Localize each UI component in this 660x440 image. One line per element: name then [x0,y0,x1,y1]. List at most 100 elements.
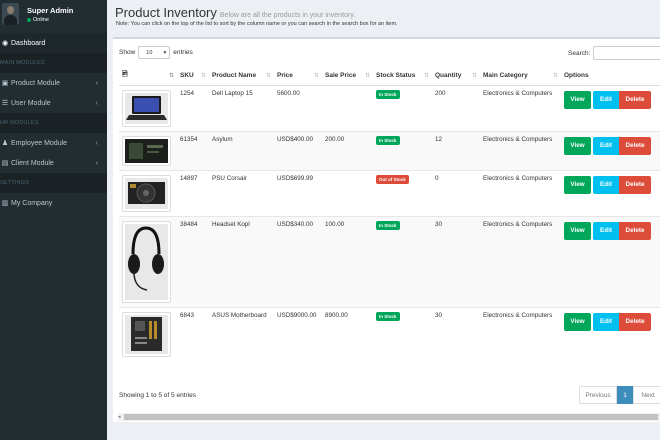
user-name: Super Admin [27,6,74,15]
edit-button[interactable]: Edit [593,175,619,194]
quantity-cell: 0 [432,169,480,216]
page-title-text: Product Inventory [115,5,217,20]
price-cell: USD$9000.00 [274,306,322,361]
show-entries: Show 10 ▾ entries [119,46,193,59]
product-name-cell: Dell Laptop 15 [209,84,274,131]
edit-button[interactable]: Edit [593,136,619,155]
sidebar-item-label: My Company [11,199,53,207]
view-button[interactable]: View [564,221,591,240]
search-input[interactable] [593,46,660,60]
price-cell: USD$340.00 [274,215,322,307]
edit-button[interactable]: Edit [593,221,619,240]
sidebar-item-product-module[interactable]: ▣ Product Module ‹ [0,73,107,93]
sort-icon: ⇅ [168,73,174,79]
table-row: 14897 PSU Corsair USD$699.99 Out of Stock 0 E… [119,169,660,216]
previous-page-button[interactable]: Previous [579,386,617,404]
delete-button[interactable]: Delete [619,175,651,194]
column-header-main-category[interactable]: Main Category ⇅ [480,67,561,86]
column-header-sku[interactable]: SKU ⇅ [177,67,209,86]
table-row: 38484 Headset Kopl USD$340.00 100.00 In Stoc… [119,215,660,307]
sidebar-item-label: Product Module [11,79,61,87]
search-label: Search: [568,49,591,57]
delete-button[interactable]: Delete [619,90,651,109]
sale-price-cell [322,169,373,216]
page-subtitle: Below are all the products in your inven… [219,12,356,19]
page-title: Product Inventory Below are all the produ… [115,5,355,20]
stock-status-badge: Out of Stock [376,174,409,184]
sidebar-item-label: Dashboard [11,39,46,47]
sidebar-menu: ◉ Dashboard MAIN MODULES ▣ Product Module ‹ ☰ U… [0,33,107,213]
column-header-label: Price [277,72,293,80]
product-image-cell [119,130,177,170]
column-header-quantity[interactable]: Quantity ⇅ [432,67,480,86]
column-header-sale-price[interactable]: Sale Price ⇅ [322,67,373,86]
price-cell: USD$699.99 [274,169,322,216]
current-page-button[interactable]: 1 [617,386,633,404]
product-image-motherboard [125,314,168,354]
users-icon: ♟ [1,140,9,147]
column-header-stock-status[interactable]: Stock Status ⇅ [373,67,432,86]
quantity-cell: 12 [432,130,480,170]
table-row: 61354 Asylum USD$400.00 200.00 In Stock 12 Ele… [119,130,660,170]
delete-button[interactable]: Delete [619,136,651,155]
product-name-cell: Headset Kopl [209,215,274,307]
sidebar-item-label: Employee Module [11,139,68,147]
chevron-left-icon: ‹ [95,79,98,87]
entries-select[interactable]: 10 ▾ [138,46,171,59]
view-button[interactable]: View [564,136,591,155]
caret-down-icon: ▾ [163,49,167,56]
delete-button[interactable]: Delete [619,221,651,240]
sale-price-cell: 200.00 [322,130,373,170]
product-image-cell [119,84,177,131]
column-header-product-name[interactable]: Product Name ⇅ [209,67,274,86]
sidebar-item-my-company[interactable]: ▥ My Company [0,193,107,213]
column-header-label: SKU [180,72,194,80]
options-cell: View Edit Delete [561,130,660,170]
chevron-left-icon: ‹ [95,159,98,167]
delete-button[interactable]: Delete [619,312,651,331]
edit-button[interactable]: Edit [593,90,619,109]
column-header-image[interactable]: 🖻 ⇅ [119,67,177,86]
quantity-cell: 200 [432,84,480,131]
sort-icon: ⇅ [423,73,429,79]
product-thumbnail[interactable] [122,89,171,127]
sale-price-cell [322,84,373,131]
sidebar-item-employee-module[interactable]: ♟ Employee Module ‹ [0,133,107,153]
options-cell: View Edit Delete [561,306,660,361]
category-cell: Electronics & Computers [480,215,561,307]
scrollbar-thumb[interactable] [124,414,658,420]
sku-cell: 1254 [177,84,209,131]
product-image-cell [119,215,177,307]
column-header-label: Product Name [212,72,257,80]
category-cell: Electronics & Computers [480,84,561,131]
horizontal-scrollbar[interactable]: ◂ [118,413,660,421]
product-thumbnail[interactable] [122,135,171,166]
view-button[interactable]: View [564,90,591,109]
view-button[interactable]: View [564,312,591,331]
show-label: Show [119,49,136,56]
view-button[interactable]: View [564,175,591,194]
column-header-options[interactable]: Options⇅ [561,67,660,86]
briefcase-icon: ▤ [1,160,9,167]
sku-cell: 6843 [177,306,209,361]
product-thumbnail[interactable] [122,220,171,303]
sidebar-item-label: Client Module [11,159,54,167]
product-name-cell: PSU Corsair [209,169,274,216]
sidebar-item-client-module[interactable]: ▤ Client Module ‹ [0,153,107,173]
stock-status-cell: Out of Stock [373,169,432,216]
sidebar-item-dashboard[interactable]: ◉ Dashboard [0,33,107,53]
chevron-left-icon: ‹ [95,139,98,147]
stock-status-badge: In Stock [376,311,400,321]
column-header-price[interactable]: Price ⇅ [274,67,322,86]
product-image-headset [125,223,168,300]
table-header-row: 🖻 ⇅ SKU ⇅ Product Name ⇅ Price ⇅ Sale Price ⇅ Stoc… [119,67,660,86]
sidebar-item-user-module[interactable]: ☰ User Module ‹ [0,93,107,113]
edit-button[interactable]: Edit [593,312,619,331]
product-thumbnail[interactable] [122,311,171,357]
category-cell: Electronics & Computers [480,169,561,216]
product-thumbnail[interactable] [122,174,171,212]
scroll-left-icon[interactable]: ◂ [118,413,121,421]
inventory-box: Show 10 ▾ entries Search: 🖻 ⇅ SKU ⇅ Product … [113,37,660,422]
next-page-button[interactable]: Next [633,386,660,404]
sort-icon: ⇅ [313,73,319,79]
